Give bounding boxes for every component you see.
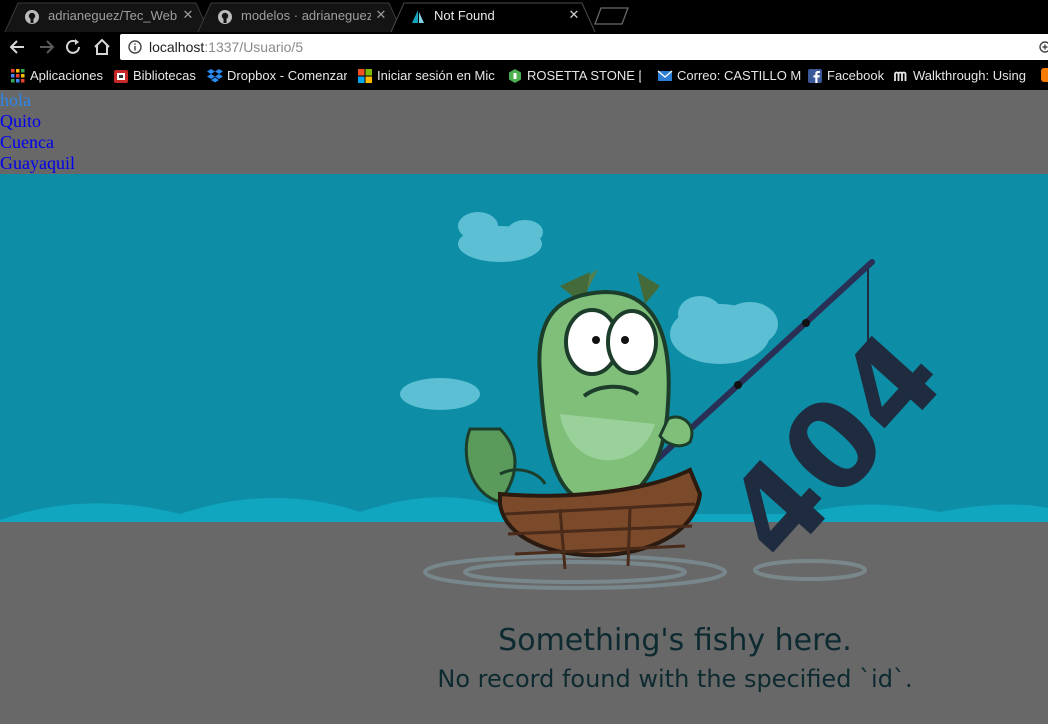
error-heading: Something's fishy here.: [498, 623, 852, 658]
tab-not-found[interactable]: Not Found ✕: [390, 2, 596, 32]
link-guayaquil[interactable]: Guayaquil: [0, 153, 75, 174]
address-bar[interactable]: localhost:1337/Usuario/5: [120, 34, 1048, 60]
mail-icon: [657, 70, 673, 81]
github-icon: [25, 10, 39, 24]
bookmark-label: ROSETTA STONE [D: [527, 68, 641, 83]
bookmark-label: Facebook: [827, 68, 885, 83]
home-icon[interactable]: [91, 37, 113, 57]
tab-close-icon[interactable]: ✕: [373, 7, 389, 23]
not-found-illustration: 404: [0, 174, 1048, 614]
url-path: :1337/Usuario/5: [204, 39, 304, 55]
apps-grid-icon: [11, 69, 25, 83]
back-arrow-icon[interactable]: [7, 37, 29, 57]
microsoft-icon: [358, 69, 372, 83]
github-icon: [218, 10, 232, 24]
link-hola[interactable]: hola: [0, 90, 75, 111]
bookmark-label: Dropbox - Comenzar: [227, 68, 347, 83]
bookmark-label: Iniciar sesión en Mic: [377, 68, 495, 83]
new-tab-button[interactable]: [594, 7, 630, 25]
error-message: Something's fishy here. No record found …: [280, 622, 1048, 698]
link-quito[interactable]: Quito: [0, 111, 75, 132]
tab-title: Not Found: [434, 8, 495, 23]
bookmark-label: Walkthrough: Using: [913, 68, 1026, 83]
sails-icon: [412, 10, 424, 23]
bookmark-label: Aplicaciones: [30, 68, 103, 83]
blogger-icon[interactable]: [1040, 67, 1048, 83]
bookmark-label: Correo: CASTILLO M: [677, 68, 801, 83]
tab-strip: adrianeguez/Tec_Web ✕ modelos · adrianeg…: [0, 0, 1048, 32]
rosetta-stone-icon: [509, 69, 521, 83]
link-cuenca[interactable]: Cuenca: [0, 132, 75, 153]
bookmarks-bar: Aplicaciones Bibliotecas Dropbox - Comen…: [0, 62, 1048, 90]
dropbox-icon: [207, 69, 223, 83]
browser-toolbar: localhost:1337/Usuario/5: [0, 32, 1048, 62]
address-text: localhost:1337/Usuario/5: [149, 39, 303, 55]
tab-github-tec-web[interactable]: adrianeguez/Tec_Web ✕: [4, 2, 210, 32]
facebook-icon: [808, 69, 822, 83]
url-host: localhost: [149, 39, 205, 55]
medium-icon: [894, 71, 907, 81]
tab-title: adrianeguez/Tec_Web: [48, 8, 178, 23]
tab-close-icon[interactable]: ✕: [566, 7, 582, 23]
location-links: hola Quito Cuenca Guayaquil: [0, 90, 75, 174]
tab-github-modelos[interactable]: modelos · adrianeguez/ ✕: [197, 2, 403, 32]
info-icon[interactable]: [128, 40, 142, 54]
error-subheading: No record found with the specified `id`.: [437, 665, 913, 693]
library-icon: [114, 70, 128, 83]
zoom-icon[interactable]: [1038, 40, 1048, 54]
tab-title: modelos · adrianeguez/: [241, 8, 371, 23]
reload-icon[interactable]: [63, 37, 85, 57]
bookmark-label: Bibliotecas: [133, 68, 196, 83]
forward-arrow-icon[interactable]: [35, 37, 57, 57]
tab-close-icon[interactable]: ✕: [180, 7, 196, 23]
